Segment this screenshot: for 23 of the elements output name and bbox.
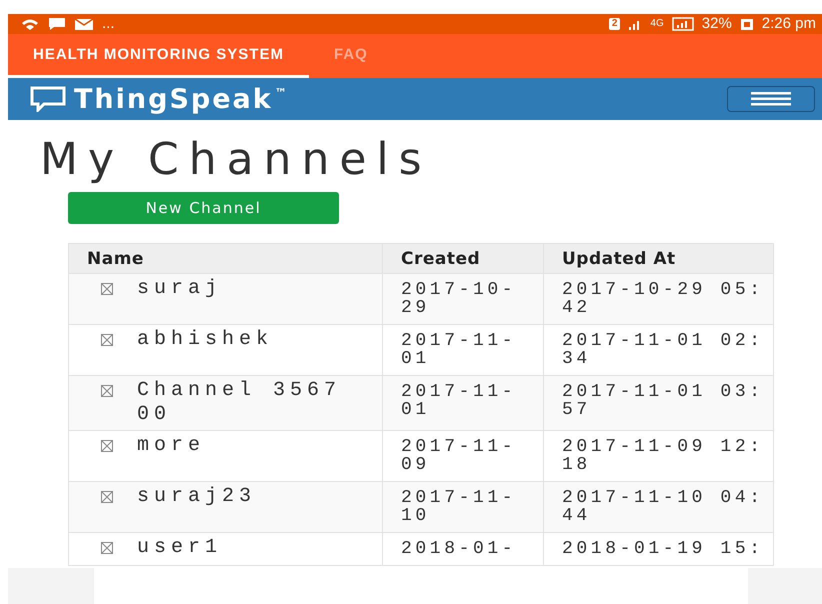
channel-name-link[interactable]: suraj23 bbox=[137, 485, 256, 509]
column-header: Created bbox=[382, 244, 544, 274]
channel-name-link[interactable]: more bbox=[137, 434, 206, 458]
channel-name-link[interactable]: user1 bbox=[137, 536, 222, 560]
column-header: Name bbox=[68, 244, 382, 274]
table-cell: 2017-11-10 04:44 bbox=[544, 482, 774, 532]
sim-slot-badge: 2 bbox=[608, 18, 620, 30]
table-cell: 2017-10-29 05:42 bbox=[544, 274, 774, 324]
notification-more: ... bbox=[102, 14, 115, 34]
column-header: Updated At bbox=[544, 244, 774, 274]
table-cell: 2018-01- bbox=[382, 532, 544, 566]
table-cell: 2017-11-10 bbox=[382, 482, 544, 532]
battery-percent: 32% bbox=[702, 14, 732, 34]
clock-time: 2:26 pm bbox=[762, 14, 816, 34]
page-title: My Channels bbox=[40, 134, 432, 185]
brand-name: ThingSpeak bbox=[74, 84, 273, 114]
table-cell: 2017-10-29 bbox=[382, 274, 544, 324]
table-cell: 2018-01-19 15: bbox=[544, 532, 774, 566]
table-cell: 2017-11-01 03:57 bbox=[544, 376, 774, 430]
network-type: 4G bbox=[650, 19, 664, 29]
trademark-sign: ™ bbox=[274, 86, 287, 100]
channel-name-link[interactable]: suraj bbox=[137, 277, 222, 301]
table-cell: 2017-11-01 bbox=[382, 376, 544, 430]
